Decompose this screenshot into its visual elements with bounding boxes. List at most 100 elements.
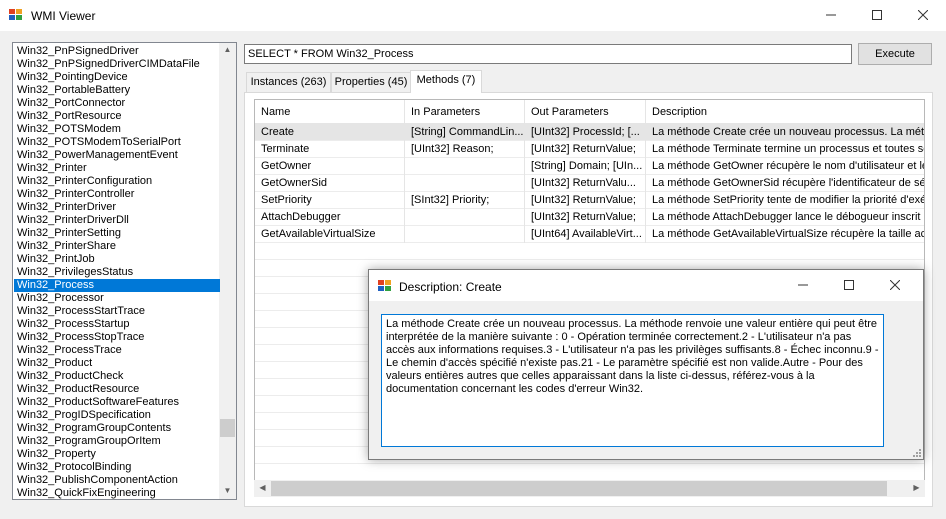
- cell-name: GetAvailableVirtualSize: [255, 226, 405, 243]
- description-dialog: Description: Create La méthode Create cr…: [368, 269, 924, 460]
- class-list-item[interactable]: Win32_PnPSignedDriverCIMDataFile: [14, 58, 220, 71]
- class-list-item[interactable]: Win32_PortResource: [14, 110, 220, 123]
- table-row[interactable]: GetOwnerSid [UInt32] ReturnValu... La méth…: [255, 175, 924, 192]
- table-row[interactable]: SetPriority [SInt32] Priority; [UInt32] Re…: [255, 192, 924, 209]
- class-list-item[interactable]: Win32_PublishComponentAction: [14, 474, 220, 487]
- class-list-item[interactable]: Win32_PowerManagementEvent: [14, 149, 220, 162]
- class-list-item[interactable]: Win32_PrintJob: [14, 253, 220, 266]
- dialog-close-button[interactable]: [872, 270, 918, 300]
- cell-name: Create: [255, 124, 405, 141]
- cell-description: La méthode AttachDebugger lance le débog…: [652, 211, 925, 223]
- class-list-item[interactable]: Win32_PortConnector: [14, 97, 220, 110]
- class-list-item[interactable]: Win32_ProductCheck: [14, 370, 220, 383]
- cell-out-parameters: [UInt32] ReturnValu...: [525, 175, 646, 192]
- resize-grip-icon[interactable]: [911, 447, 921, 457]
- scrollbar-thumb[interactable]: [271, 481, 887, 496]
- app-icon: [378, 280, 391, 291]
- scrollbar-thumb[interactable]: [220, 419, 235, 437]
- minimize-icon: [826, 14, 836, 16]
- execute-button[interactable]: Execute: [858, 43, 932, 65]
- cell-out-parameters: [UInt32] ProcessId; [...: [525, 124, 646, 141]
- description-textbox[interactable]: La méthode Create crée un nouveau proces…: [381, 314, 884, 447]
- cell-out-parameters: [UInt32] ReturnValue;: [525, 141, 646, 158]
- class-list-item[interactable]: Win32_PrinterController: [14, 188, 220, 201]
- class-list-item[interactable]: Win32_PrinterShare: [14, 240, 220, 253]
- grid-horizontal-scrollbar[interactable]: ◀ ▶: [254, 480, 925, 497]
- class-list-item[interactable]: Win32_QuickFixEngineering: [14, 487, 220, 499]
- cell-description: La méthode Create crée un nouveau proces…: [652, 126, 925, 138]
- tab-methods[interactable]: Methods (7): [410, 70, 482, 93]
- cell-description: La méthode SetPriority tente de modifier…: [652, 194, 925, 206]
- maximize-icon: [872, 10, 882, 20]
- class-list-item[interactable]: Win32_ProcessStartup: [14, 318, 220, 331]
- cell-in-parameters: [405, 209, 525, 226]
- class-list-item[interactable]: Win32_Processor: [14, 292, 220, 305]
- class-list-item[interactable]: Win32_Printer: [14, 162, 220, 175]
- cell-out-parameters: [UInt32] ReturnValue;: [525, 192, 646, 209]
- cell-in-parameters: [405, 226, 525, 243]
- empty-row: [255, 464, 924, 480]
- wmi-class-list[interactable]: ▲ ▼ Win32_PnPSignedDriver Win32_PnPSigned…: [12, 42, 237, 500]
- table-row[interactable]: GetAvailableVirtualSize [UInt64] Availabl…: [255, 226, 924, 243]
- scroll-up-arrow-icon[interactable]: ▲: [219, 45, 236, 54]
- close-icon: [918, 10, 928, 20]
- query-input[interactable]: SELECT * FROM Win32_Process: [244, 44, 852, 64]
- cell-in-parameters: [String] CommandLin...: [405, 124, 525, 141]
- dialog-title-bar: Description: Create: [369, 270, 923, 301]
- column-header-in-parameters[interactable]: In Parameters: [405, 100, 525, 124]
- cell-name: GetOwner: [255, 158, 405, 175]
- cell-in-parameters: [UInt32] Reason;: [405, 141, 525, 158]
- maximize-button[interactable]: [854, 0, 900, 30]
- cell-out-parameters: [UInt64] AvailableVirt...: [525, 226, 646, 243]
- scroll-down-arrow-icon[interactable]: ▼: [219, 486, 236, 495]
- class-list-item[interactable]: Win32_POTSModem: [14, 123, 220, 136]
- table-row[interactable]: GetOwner [String] Domain; [UIn... La métho…: [255, 158, 924, 175]
- cell-name: Terminate: [255, 141, 405, 158]
- class-list-item[interactable]: Win32_ProductResource: [14, 383, 220, 396]
- tab-instances[interactable]: Instances (263): [246, 72, 331, 92]
- class-list-item[interactable]: Win32_PointingDevice: [14, 71, 220, 84]
- class-list-item[interactable]: Win32_ProgIDSpecification: [14, 409, 220, 422]
- table-row[interactable]: AttachDebugger [UInt32] ReturnValue; La mé…: [255, 209, 924, 226]
- class-list-item[interactable]: Win32_ProductSoftwareFeatures: [14, 396, 220, 409]
- cell-description: La méthode GetAvailableVirtualSize récup…: [652, 228, 925, 240]
- app-icon: [9, 9, 22, 20]
- column-header-description[interactable]: Description: [646, 100, 924, 124]
- class-list-item[interactable]: Win32_PrinterConfiguration: [14, 175, 220, 188]
- class-list-item[interactable]: Win32_ProtocolBinding: [14, 461, 220, 474]
- class-list-item[interactable]: Win32_PrinterDriverDll: [14, 214, 220, 227]
- table-row[interactable]: Terminate [UInt32] Reason; [UInt32] Return…: [255, 141, 924, 158]
- empty-row: [255, 243, 924, 260]
- class-list-item[interactable]: Win32_PortableBattery: [14, 84, 220, 97]
- class-list-item[interactable]: Win32_Process: [14, 279, 220, 292]
- minimize-icon: [798, 284, 808, 286]
- grid-header: Name In Parameters Out Parameters Descri…: [255, 100, 924, 124]
- dialog-minimize-button[interactable]: [780, 270, 826, 300]
- dialog-maximize-button[interactable]: [826, 270, 872, 300]
- class-list-item[interactable]: Win32_POTSModemToSerialPort: [14, 136, 220, 149]
- maximize-icon: [844, 280, 854, 290]
- table-row[interactable]: Create [String] CommandLin... [UInt32] Pro…: [255, 124, 924, 141]
- class-list-item[interactable]: Win32_PnPSignedDriver: [14, 45, 220, 58]
- minimize-button[interactable]: [808, 0, 854, 30]
- class-list-item[interactable]: Win32_ProcessStartTrace: [14, 305, 220, 318]
- class-list-item[interactable]: Win32_ProgramGroupOrItem: [14, 435, 220, 448]
- class-list-item[interactable]: Win32_PrinterSetting: [14, 227, 220, 240]
- class-list-item[interactable]: Win32_ProcessStopTrace: [14, 331, 220, 344]
- class-list-scrollbar[interactable]: ▲ ▼: [219, 43, 236, 499]
- tab-properties[interactable]: Properties (45): [331, 72, 411, 92]
- close-button[interactable]: [900, 0, 946, 30]
- cell-in-parameters: [405, 175, 525, 192]
- column-header-name[interactable]: Name: [255, 100, 405, 124]
- window-title: WMI Viewer: [31, 9, 96, 23]
- class-list-item[interactable]: Win32_PrivilegesStatus: [14, 266, 220, 279]
- class-list-item[interactable]: Win32_Property: [14, 448, 220, 461]
- cell-description: La méthode Terminate termine un processu…: [652, 143, 925, 155]
- scroll-right-arrow-icon[interactable]: ▶: [908, 483, 925, 492]
- class-list-item[interactable]: Win32_ProgramGroupContents: [14, 422, 220, 435]
- class-list-item[interactable]: Win32_PrinterDriver: [14, 201, 220, 214]
- class-list-item[interactable]: Win32_ProcessTrace: [14, 344, 220, 357]
- column-header-out-parameters[interactable]: Out Parameters: [525, 100, 646, 124]
- class-list-item[interactable]: Win32_Product: [14, 357, 220, 370]
- scroll-left-arrow-icon[interactable]: ◀: [254, 483, 271, 492]
